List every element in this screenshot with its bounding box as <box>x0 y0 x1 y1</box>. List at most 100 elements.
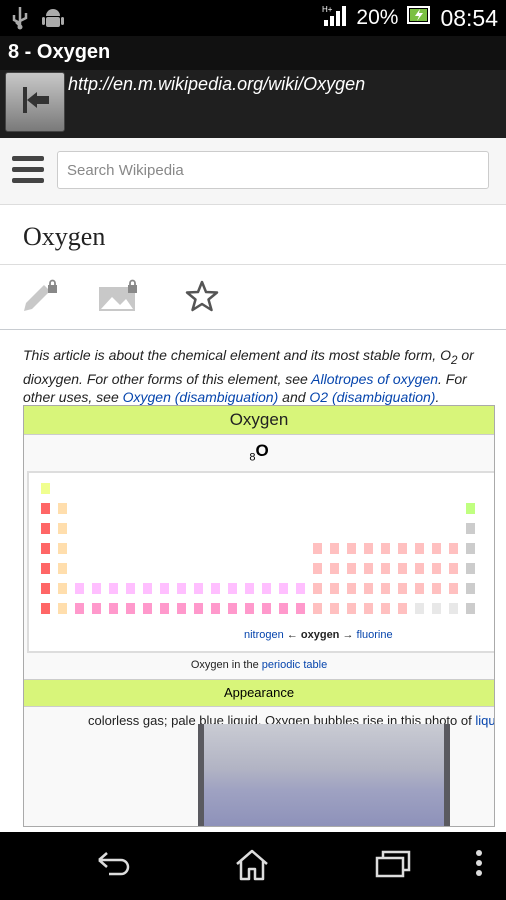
periodic-table-cell <box>415 563 424 574</box>
back-nav-icon[interactable] <box>95 848 131 883</box>
hatnote: This article is about the chemical eleme… <box>23 346 489 406</box>
periodic-table-cell <box>415 583 424 594</box>
periodic-table-cell <box>41 483 50 494</box>
oxygen-disambiguation-link[interactable]: Oxygen (disambiguation) <box>123 389 279 405</box>
periodic-table-cell <box>313 583 322 594</box>
nav-arrow-right: → <box>342 629 354 641</box>
periodic-table-cell <box>330 603 339 614</box>
back-button[interactable] <box>5 72 65 132</box>
svg-text:H+: H+ <box>322 5 333 14</box>
star-icon[interactable] <box>185 279 219 318</box>
periodic-table-cell <box>296 583 305 594</box>
periodic-table-cell <box>177 603 186 614</box>
periodic-table-cell <box>194 603 203 614</box>
periodic-table-cell <box>58 523 67 534</box>
periodic-table-cell <box>313 603 322 614</box>
periodic-table-cell <box>432 603 441 614</box>
search-input[interactable] <box>57 151 489 189</box>
periodic-table-cell <box>177 583 186 594</box>
periodic-table-cell <box>58 583 67 594</box>
periodic-table-cell <box>466 603 475 614</box>
periodic-table-cell <box>143 583 152 594</box>
overflow-menu-icon[interactable] <box>474 848 484 883</box>
periodic-table-cell <box>330 563 339 574</box>
page-title: Oxygen <box>23 222 106 251</box>
periodic-table-cell <box>245 583 254 594</box>
periodic-table-cell <box>432 583 441 594</box>
o2-disambiguation-link[interactable]: O2 (disambiguation) <box>309 389 435 405</box>
hatnote-text: This article is about the chemical eleme… <box>23 347 451 363</box>
periodic-table-cell <box>279 603 288 614</box>
periodic-table-cell <box>432 543 441 554</box>
periodic-table-cell <box>41 603 50 614</box>
periodic-table-cell <box>398 563 407 574</box>
edit-locked-icon[interactable] <box>22 279 60 318</box>
periodic-table-cell <box>109 583 118 594</box>
android-icon <box>42 6 64 35</box>
periodic-table-cell <box>449 603 458 614</box>
periodic-table-cell <box>211 603 220 614</box>
periodic-table-cell <box>313 543 322 554</box>
usb-icon <box>10 6 30 35</box>
periodic-table-cell <box>58 563 67 574</box>
periodic-table-cell <box>466 523 475 534</box>
allotropes-link[interactable]: Allotropes of oxygen <box>311 371 438 387</box>
menu-icon[interactable] <box>12 156 44 184</box>
periodic-table-cell <box>449 543 458 554</box>
caption-text: Oxygen in the <box>190 659 262 671</box>
periodic-table-cell <box>313 563 322 574</box>
section-appearance: Appearance <box>24 679 494 707</box>
periodic-table-cell <box>228 603 237 614</box>
recent-apps-icon[interactable] <box>374 848 412 885</box>
periodic-table-cell <box>194 583 203 594</box>
periodic-table-cell <box>347 603 356 614</box>
periodic-table-cell <box>58 543 67 554</box>
periodic-table-link[interactable]: periodic table <box>262 659 327 671</box>
fluorine-link[interactable]: fluorine <box>357 629 393 641</box>
periodic-table-cell <box>245 603 254 614</box>
url-text[interactable]: http://en.m.wikipedia.org/wiki/Oxygen <box>68 74 365 95</box>
infobox: Oxygen 8O nitrogen ← oxygen → fluorine O… <box>23 405 495 827</box>
home-icon[interactable] <box>234 848 270 887</box>
nitrogen-link[interactable]: nitrogen <box>244 629 284 641</box>
periodic-table-cell <box>160 583 169 594</box>
url-bar: http://en.m.wikipedia.org/wiki/Oxygen <box>0 70 506 138</box>
element-symbol: 8O <box>24 435 494 467</box>
periodic-table-cell <box>364 603 373 614</box>
periodic-table-cell <box>398 543 407 554</box>
periodic-table-cell <box>381 583 390 594</box>
periodic-table-cell <box>381 603 390 614</box>
periodic-table-cell <box>58 603 67 614</box>
liquid-oxygen-photo[interactable] <box>198 724 450 826</box>
periodic-table-cell <box>143 603 152 614</box>
periodic-table-cell <box>449 583 458 594</box>
periodic-table-cell <box>92 583 101 594</box>
periodic-table-cell <box>41 503 50 514</box>
hatnote-text: . <box>435 388 440 405</box>
signal-icon: H+ <box>322 4 348 32</box>
periodic-table-cell <box>41 523 50 534</box>
hatnote-text: and <box>278 388 310 405</box>
periodic-table-cell <box>58 503 67 514</box>
periodic-table-cell <box>466 583 475 594</box>
periodic-table-cell <box>262 603 271 614</box>
periodic-table-cell <box>432 563 441 574</box>
periodic-table-cell <box>92 603 101 614</box>
window-title: 8 - Oxygen <box>8 41 111 63</box>
periodic-table-cell <box>41 543 50 554</box>
periodic-table-cell <box>466 543 475 554</box>
periodic-table-cell <box>364 563 373 574</box>
liquid-link[interactable]: liqu <box>475 713 494 728</box>
title-bar: 8 - Oxygen <box>0 36 506 70</box>
image-locked-icon[interactable] <box>98 279 140 318</box>
periodic-table-cell <box>126 583 135 594</box>
periodic-table-cell <box>398 603 407 614</box>
periodic-table-cell <box>211 583 220 594</box>
battery-icon <box>406 4 432 32</box>
periodic-table-caption: Oxygen in the periodic table <box>24 657 494 673</box>
periodic-table-cell <box>75 603 84 614</box>
status-bar: H+ 20% 08:54 <box>0 0 506 36</box>
navigation-bar <box>0 832 506 900</box>
periodic-table[interactable]: nitrogen ← oxygen → fluorine <box>27 471 494 653</box>
element-nav: nitrogen ← oxygen → fluorine <box>244 629 393 641</box>
